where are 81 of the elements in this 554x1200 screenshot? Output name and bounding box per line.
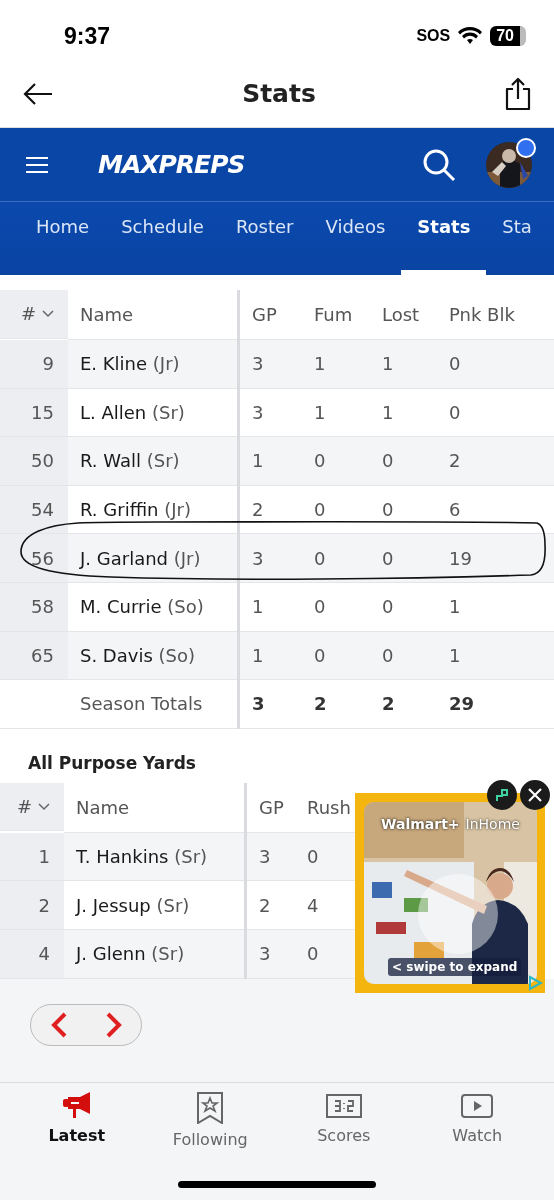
battery-level: 70 xyxy=(490,26,526,46)
stat-cell: 3 xyxy=(240,340,302,389)
player-name: J. Glenn (Sr) xyxy=(76,943,185,965)
bottom-tab[interactable]: Following xyxy=(155,1091,266,1150)
nav-tab[interactable]: Roster xyxy=(219,202,310,275)
stat-cell: 0 xyxy=(295,832,355,882)
stat-cell: 2 xyxy=(437,437,554,486)
player-name: T. Hankins (Sr) xyxy=(76,846,208,868)
notification-dot xyxy=(516,137,536,158)
stat-cell: 1 xyxy=(370,340,437,389)
stat-cell: 3 xyxy=(247,929,295,979)
ad-choices-icon xyxy=(527,975,543,991)
wifi-icon xyxy=(458,27,483,45)
stat-cell: 0 xyxy=(302,437,370,486)
stat-cell: 1 xyxy=(240,631,302,681)
player-name: R. Wall (Sr) xyxy=(80,450,180,472)
stat-cell: 0 xyxy=(370,437,437,486)
player-name: J. Jessup (Sr) xyxy=(76,894,190,916)
clock-time: 9:37 xyxy=(64,22,112,50)
nav-tab[interactable]: Stats xyxy=(401,202,487,275)
next-button[interactable] xyxy=(105,1012,122,1038)
stat-cell: 3 xyxy=(247,832,295,882)
jersey-number: 54 xyxy=(0,485,68,535)
stat-cell: 1 xyxy=(240,437,302,486)
bottom-tab[interactable]: Watch xyxy=(422,1091,533,1150)
stat-cell: 0 xyxy=(295,929,355,979)
jersey-number: 50 xyxy=(0,437,68,486)
stat-cell: 0 xyxy=(370,534,437,583)
stat-cell: 0 xyxy=(437,340,554,389)
player-name: E. Kline (Jr) xyxy=(80,353,180,375)
ad-product: InHome xyxy=(465,816,520,832)
section-title: All Purpose Yards xyxy=(27,751,197,775)
column-header[interactable]: # xyxy=(0,290,68,339)
player-name: S. Davis (So) xyxy=(80,644,195,666)
share-button[interactable] xyxy=(504,76,532,111)
nav-tab[interactable]: Schedule xyxy=(105,202,220,275)
column-header[interactable]: # xyxy=(0,782,64,832)
page-title: Stats xyxy=(242,79,316,108)
stat-cell: 0 xyxy=(370,631,437,681)
bottom-tab[interactable]: Latest xyxy=(21,1091,132,1150)
scoreboard-icon xyxy=(325,1092,362,1120)
stat-cell: 0 xyxy=(302,631,370,681)
search-button[interactable] xyxy=(422,147,456,182)
nav-tab[interactable]: Home xyxy=(20,202,106,275)
jersey-number: 15 xyxy=(0,388,68,438)
link-icon xyxy=(494,787,510,803)
stat-cell: 0 xyxy=(302,534,370,583)
jersey-number: 56 xyxy=(0,534,68,583)
bottom-tab[interactable]: Scores xyxy=(288,1091,399,1150)
jersey-number: 2 xyxy=(0,881,64,930)
stat-cell: 3 xyxy=(240,534,302,583)
menu-button[interactable] xyxy=(26,155,48,174)
player-name: M. Currie (So) xyxy=(80,596,204,618)
chevron-down-icon xyxy=(42,309,54,318)
jersey-number: 58 xyxy=(0,582,68,632)
play-icon xyxy=(461,1092,494,1120)
player-name: R. Griffin (Jr) xyxy=(80,499,191,521)
stat-cell: 1 xyxy=(302,340,370,389)
nav-tab[interactable]: Sta xyxy=(486,202,548,275)
ad-brand: Walmart+ xyxy=(381,816,460,832)
previous-button[interactable] xyxy=(50,1012,67,1038)
player-name: J. Garland (Jr) xyxy=(80,547,201,569)
bookmark-star-icon xyxy=(196,1092,225,1124)
close-icon xyxy=(528,788,542,802)
close-button[interactable] xyxy=(520,780,550,810)
player-name: L. Allen (Sr) xyxy=(80,401,185,423)
stat-cell: 1 xyxy=(437,631,554,681)
nav-tab[interactable]: Videos xyxy=(309,202,402,275)
jersey-number: 1 xyxy=(0,832,64,882)
jersey-number: 65 xyxy=(0,631,68,681)
chevron-down-icon xyxy=(38,802,50,811)
jersey-number: 9 xyxy=(0,340,68,389)
carrier-label: SOS xyxy=(416,27,451,45)
stat-cell: 19 xyxy=(437,534,554,583)
back-button[interactable] xyxy=(22,81,54,106)
brand-logo: MAXPREPS xyxy=(98,150,246,179)
ad-hint: < swipe to expand xyxy=(388,958,522,976)
jersey-number: 4 xyxy=(0,929,64,979)
link-button[interactable] xyxy=(487,780,517,810)
megaphone-icon xyxy=(60,1092,93,1120)
advertisement[interactable]: Walmart+ InHome < swipe to expand xyxy=(355,793,545,993)
